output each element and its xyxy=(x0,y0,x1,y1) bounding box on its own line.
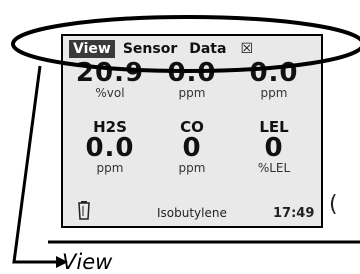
reading-o2: 20.9 %vol xyxy=(69,60,151,100)
reading-value: 0 xyxy=(264,133,284,163)
clock-time: 17:49 xyxy=(273,206,315,221)
tab-sensor[interactable]: Sensor xyxy=(119,40,181,58)
reading-unit: %vol xyxy=(95,86,125,100)
tab-data[interactable]: Data xyxy=(185,40,230,58)
reading-unit: ppm xyxy=(260,86,288,100)
callout-leader xyxy=(12,65,56,264)
reading-value: 0.0 xyxy=(249,58,299,88)
tab-view[interactable]: View xyxy=(69,40,115,58)
reading-unit: %LEL xyxy=(257,161,291,175)
reading-value: 0.0 xyxy=(167,58,217,88)
reading-unit: ppm xyxy=(178,86,206,100)
close-icon[interactable]: ☒ xyxy=(240,41,253,57)
callout-label: View xyxy=(62,250,113,274)
reading-h2s: H2S 0.0 ppm xyxy=(69,119,151,175)
battery-icon xyxy=(78,201,90,220)
reading-co: CO 0 ppm xyxy=(151,119,233,175)
reading-value: 0.0 xyxy=(85,133,135,163)
reading-lel: LEL 0 %LEL xyxy=(233,119,315,175)
reading-unit: ppm xyxy=(178,161,206,175)
menu-bar: View Sensor Data ☒ xyxy=(69,40,253,58)
reading-ch4: 0.0 ppm xyxy=(151,60,233,100)
edge-mark: ( xyxy=(329,192,338,217)
reading-value: 20.9 xyxy=(75,58,145,88)
reading-value: 0 xyxy=(182,133,202,163)
gas-label: Isobutylene xyxy=(157,206,227,220)
reading-unit: ppm xyxy=(96,161,124,175)
figure: View Sensor Data ☒ 20.9 %vol 0.0 ppm 0.0… xyxy=(0,0,360,274)
reading-voc: 0.0 ppm xyxy=(233,60,315,100)
device-screen: View Sensor Data ☒ 20.9 %vol 0.0 ppm 0.0… xyxy=(61,34,323,228)
